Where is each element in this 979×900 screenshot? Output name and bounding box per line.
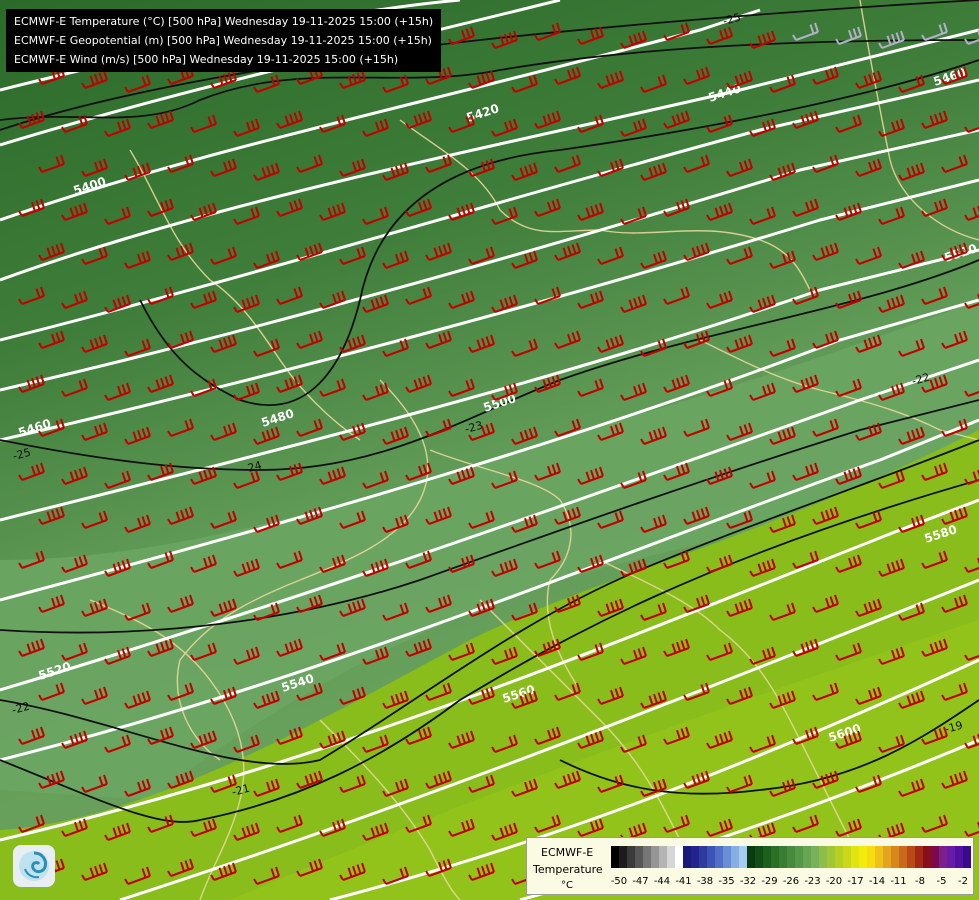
map-header: ECMWF-E Temperature (°C) [500 hPa] Wedne… (6, 9, 442, 72)
legend-color-swatch (707, 846, 716, 868)
legend-color-swatch (811, 846, 820, 868)
legend-color-swatch (635, 846, 644, 868)
legend-tick: -26 (782, 876, 800, 887)
legend-color-swatch (955, 846, 964, 868)
header-wind-line: ECMWF-E Wind (m/s) [500 hPa] Wednesday 1… (14, 53, 399, 66)
legend-tick: -38 (696, 876, 714, 887)
legend-color-swatch (755, 846, 764, 868)
legend-color-swatch (883, 846, 892, 868)
legend-color-swatch (779, 846, 788, 868)
legend-tick: -44 (653, 876, 671, 887)
legend-color-swatch (819, 846, 828, 868)
legend-color-swatch (851, 846, 860, 868)
legend-color-swatch (627, 846, 636, 868)
legend-color-swatch (723, 846, 732, 868)
provider-logo-icon (13, 845, 55, 887)
temperature-legend: ECMWF-E Temperature °C -50 -47 -44 -41 -38 -3… (526, 837, 974, 895)
legend-color-swatch (643, 846, 652, 868)
header-temperature-line: ECMWF-E Temperature (°C) [500 hPa] Wedne… (14, 15, 434, 28)
legend-tick: -2 (958, 876, 968, 887)
legend-color-swatch (659, 846, 668, 868)
legend-color-swatch (795, 846, 804, 868)
legend-model-label: ECMWF-E (541, 846, 594, 859)
legend-color-swatch (915, 846, 924, 868)
legend-color-swatch (803, 846, 812, 868)
legend-tick: -35 (718, 876, 735, 887)
legend-tick: -29 (761, 876, 778, 887)
legend-color-swatch (667, 846, 676, 868)
legend-color-swatch (715, 846, 724, 868)
legend-color-swatch (907, 846, 916, 868)
legend-tick: -11 (890, 876, 907, 887)
legend-color-swatch (691, 846, 700, 868)
legend-tick: -23 (804, 876, 821, 887)
legend-color-swatch (947, 846, 956, 868)
legend-color-swatch (923, 846, 932, 868)
legend-color-swatch (731, 846, 740, 868)
legend-color-swatch (899, 846, 908, 868)
legend-tick: -50 (610, 876, 628, 887)
legend-tick: -41 (675, 876, 692, 887)
legend-tick: -20 (825, 876, 843, 887)
legend-color-swatch (843, 846, 852, 868)
legend-color-swatch (931, 846, 940, 868)
legend-unit-label: °C (561, 880, 573, 891)
legend-parameter-label: Temperature (533, 863, 603, 876)
legend-tick: -17 (847, 876, 864, 887)
legend-color-swatch (771, 846, 780, 868)
legend-tick: -5 (936, 876, 947, 887)
legend-color-swatch (763, 846, 772, 868)
header-geopotential-line: ECMWF-E Geopotential (m) [500 hPa] Wedne… (14, 34, 432, 47)
legend-color-swatch (891, 846, 900, 868)
legend-tick-labels: -50 -47 -44 -41 -38 -35 -32 -29 -26 -23 -20 -17 -14-… (611, 876, 971, 892)
legend-color-swatch (747, 846, 756, 868)
legend-color-swatch (835, 846, 844, 868)
legend-color-swatch (611, 846, 620, 868)
legend-color-swatch (939, 846, 948, 868)
legend-color-swatch (963, 846, 971, 868)
legend-color-swatch (787, 846, 796, 868)
legend-tick: -47 (632, 876, 649, 887)
legend-color-swatch (739, 846, 748, 868)
legend-color-swatch (683, 846, 692, 868)
legend-color-swatch (859, 846, 868, 868)
legend-tick: -32 (739, 876, 757, 887)
legend-color-swatch (619, 846, 628, 868)
legend-color-swatch (867, 846, 876, 868)
legend-color-swatch (675, 846, 684, 868)
legend-color-swatch (875, 846, 884, 868)
legend-color-swatch (651, 846, 660, 868)
legend-tick: -8 (915, 876, 925, 887)
legend-color-scale (611, 846, 971, 868)
weather-map: 54005420544054605460 54805500552055205540… (0, 0, 979, 900)
legend-color-swatch (699, 846, 708, 868)
legend-tick: -14 (868, 876, 886, 887)
legend-color-swatch (827, 846, 836, 868)
